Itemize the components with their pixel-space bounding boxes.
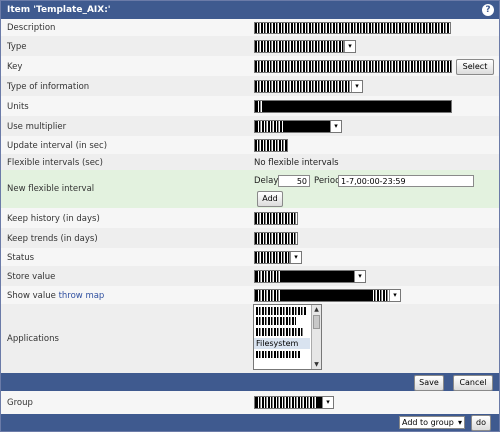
label-keep-history: Keep history (in days) [7,214,100,224]
scroll-up-icon[interactable]: ▲ [312,305,321,314]
row-group: Group ▾ [1,391,499,415]
row-units: Units [1,96,499,117]
label-key: Key [7,62,23,72]
show-value-select[interactable]: ▾ [254,289,401,302]
label-update-interval: Update interval (in sec) [7,141,108,151]
go-button[interactable]: do [471,415,491,431]
throw-map-link[interactable]: throw map [59,291,105,301]
group-action-value: Add to group [402,418,454,427]
use-multiplier-select[interactable]: ▾ [254,120,342,133]
title-bar: Item 'Template_AIX:' ? [1,1,499,19]
group-actions-bar: Add to group ▾ do [1,414,499,431]
save-button[interactable]: Save [414,375,444,391]
row-keep-trends: Keep trends (in days) [1,228,499,249]
row-applications: Applications [1,304,499,374]
select-key-button[interactable]: Select [456,59,494,75]
add-interval-button[interactable]: Add [257,191,283,207]
label-keep-trends: Keep trends (in days) [7,234,98,244]
row-flexible-intervals: Flexible intervals (sec) No flexible int… [1,154,499,171]
label-description: Description [7,23,56,33]
label-store-value: Store value [7,272,56,282]
update-interval-input[interactable] [254,139,288,152]
row-use-multiplier: Use multiplier ▾ [1,116,499,137]
row-show-value: Show value throw map ▾ [1,286,499,305]
keep-history-input[interactable] [254,212,298,225]
row-status: Status ▾ [1,248,499,267]
label-status: Status [7,253,35,263]
type-select[interactable]: ▾ [254,40,356,53]
delay-input[interactable]: 50 [278,175,310,187]
scroll-down-icon[interactable]: ▼ [312,360,321,369]
applications-scrollbar[interactable]: ▲ ▼ [311,305,321,369]
applications-listbox[interactable]: Filesystem ▲ ▼ [253,304,322,370]
key-input[interactable] [254,60,452,73]
form-actions-bar: Save Cancel [1,373,499,391]
period-label: Period [314,176,341,186]
delay-label: Delay [254,176,279,186]
chevron-down-icon: ▾ [322,397,333,408]
label-type-of-information: Type of information [7,82,90,92]
chevron-down-icon: ▾ [354,271,365,282]
row-keep-history: Keep history (in days) [1,208,499,229]
row-store-value: Store value ▾ [1,266,499,287]
label-show-value: Show value throw map [7,291,105,301]
label-applications: Applications [7,334,59,344]
chevron-down-icon: ▾ [351,81,362,92]
type-of-information-select[interactable]: ▾ [254,80,363,93]
chevron-down-icon: ▾ [290,252,301,263]
label-units: Units [7,102,29,112]
label-use-multiplier: Use multiplier [7,122,67,132]
label-group: Group [7,398,33,408]
units-input[interactable] [254,100,452,113]
row-new-flexible-interval: New flexible interval Delay 50 Period 1-… [1,170,499,209]
row-type-of-information: Type of information ▾ [1,76,499,97]
chevron-down-icon: ▾ [389,290,400,301]
application-option-selected[interactable]: Filesystem [254,338,310,349]
row-update-interval: Update interval (in sec) [1,136,499,155]
cancel-button[interactable]: Cancel [453,375,493,391]
chevron-down-icon: ▾ [344,41,355,52]
row-description: Description [1,19,499,37]
no-flexible-intervals-text: No flexible intervals [254,158,339,168]
status-select[interactable]: ▾ [254,251,302,264]
window-title: Item 'Template_AIX:' [7,5,111,15]
help-icon[interactable]: ? [482,4,494,16]
store-value-select[interactable]: ▾ [254,270,366,283]
group-select[interactable]: ▾ [254,396,334,409]
chevron-down-icon: ▾ [330,121,341,132]
label-flexible-intervals: Flexible intervals (sec) [7,158,103,168]
scroll-thumb[interactable] [313,315,320,329]
label-type: Type [7,42,27,52]
row-key: Key Select [1,56,499,77]
period-input[interactable]: 1-7,00:00-23:59 [338,175,474,187]
label-new-flexible-interval: New flexible interval [7,184,95,194]
keep-trends-input[interactable] [254,232,298,245]
row-type: Type ▾ [1,36,499,57]
group-action-select[interactable]: Add to group ▾ [399,416,465,429]
chevron-down-icon: ▾ [457,418,462,427]
item-form-window: Item 'Template_AIX:' ? Description Type … [0,0,500,432]
description-input[interactable] [254,22,451,34]
